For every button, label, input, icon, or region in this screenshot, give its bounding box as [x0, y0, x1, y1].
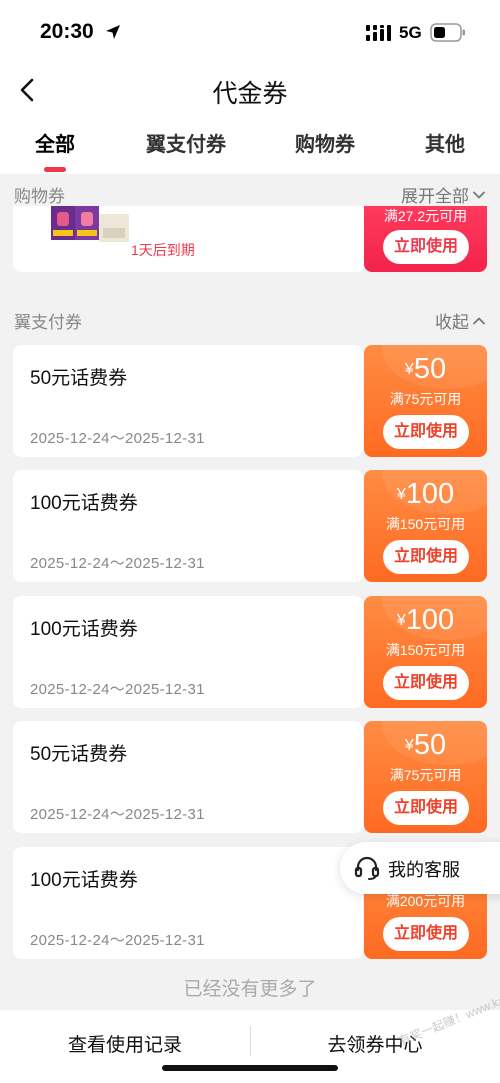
currency-symbol: ¥	[404, 361, 414, 378]
section-title-shopping: 购物券	[14, 187, 65, 206]
coupon-card: 50元话费券 2025-12-24～2025-12-31 ¥50 满75元可用 …	[13, 721, 487, 833]
amount-value: 100	[405, 604, 455, 636]
customer-service-button[interactable]: 我的客服	[340, 842, 500, 894]
tab-yipay[interactable]: 翼支付券	[146, 128, 226, 157]
currency-symbol: ¥	[396, 612, 406, 629]
coupon-condition: 满150元可用	[385, 516, 466, 532]
product-image	[51, 206, 129, 242]
shopping-coupon-value: 满27.2元可用 立即使用	[364, 206, 487, 272]
coupon-validity: 2025-12-24～2025-12-31	[30, 430, 205, 447]
home-indicator[interactable]	[162, 1065, 338, 1071]
coupon-amount: ¥50	[364, 729, 487, 762]
tab-bar: 全部 翼支付券 购物券 其他	[0, 118, 500, 174]
coupon-amount: ¥100	[364, 604, 487, 637]
coupon-name: 100元话费券	[30, 619, 138, 640]
coupon-card: 100元话费券 2025-12-24～2025-12-31 ¥100 满150元…	[13, 470, 487, 582]
coupon-info: 100元话费券 2025-12-24～2025-12-31	[13, 596, 363, 708]
coupon-value-panel: ¥50 满75元可用 立即使用	[364, 721, 487, 833]
use-now-button[interactable]: 立即使用	[383, 415, 469, 449]
coupon-condition: 满200元可用	[385, 893, 466, 909]
expand-all-toggle[interactable]: 展开全部	[401, 182, 487, 207]
currency-symbol: ¥	[396, 486, 406, 503]
coupon-card: 50元话费券 2025-12-24～2025-12-31 ¥50 满75元可用 …	[13, 345, 487, 457]
coupon-validity: 2025-12-24～2025-12-31	[30, 806, 205, 823]
collapse-toggle[interactable]: 收起	[435, 308, 487, 333]
view-usage-history-button[interactable]: 查看使用记录	[0, 1030, 250, 1057]
coupon-info: 50元话费券 2025-12-24～2025-12-31	[13, 721, 363, 833]
tab-all[interactable]: 全部	[35, 128, 75, 157]
tab-other[interactable]: 其他	[425, 128, 465, 157]
coupon-name: 100元话费券	[30, 870, 138, 891]
chevron-down-icon	[473, 191, 485, 198]
coupon-info: 100元话费券 2025-12-24～2025-12-31	[13, 470, 363, 582]
coupon-value-panel: ¥50 满75元可用 立即使用	[364, 345, 487, 457]
coupon-validity: 2025-12-24～2025-12-31	[30, 681, 205, 698]
coupon-value-panel: ¥100 满150元可用 立即使用	[364, 596, 487, 708]
end-of-list-text: 已经没有更多了	[183, 979, 317, 1000]
use-now-button[interactable]: 立即使用	[383, 230, 469, 264]
shopping-coupon-card: 1天后到期 满27.2元可用 立即使用	[13, 206, 487, 272]
battery-icon	[430, 23, 465, 42]
chevron-up-icon	[473, 317, 485, 324]
coupon-validity: 2025-12-24～2025-12-31	[30, 555, 205, 572]
coupon-validity: 2025-12-24～2025-12-31	[30, 932, 205, 949]
section-title-yipay: 翼支付券	[14, 313, 82, 332]
status-time: 20:30	[40, 20, 94, 43]
amount-value: 50	[413, 729, 447, 761]
coupon-condition: 满150元可用	[385, 642, 466, 658]
shopping-coupon-info: 1天后到期	[13, 206, 365, 272]
coupon-name: 50元话费券	[30, 744, 128, 765]
coupon-condition: 满75元可用	[389, 767, 462, 783]
use-now-button[interactable]: 立即使用	[383, 666, 469, 700]
expand-all-label: 展开全部	[401, 187, 469, 206]
amount-value: 50	[413, 353, 447, 385]
amount-value: 100	[405, 478, 455, 510]
network-type: 5G	[399, 23, 422, 42]
active-tab-indicator	[44, 167, 66, 172]
headset-icon	[354, 856, 380, 880]
coupon-amount: ¥50	[364, 353, 487, 386]
coupon-name: 50元话费券	[30, 368, 128, 389]
shopping-coupon-expiry: 1天后到期	[131, 242, 195, 258]
nav-bar: 代金券	[0, 62, 500, 118]
status-bar: 20:30 5G	[0, 0, 500, 62]
coupon-name: 100元话费券	[30, 493, 138, 514]
coupon-info: 100元话费券 2025-12-24～2025-12-31	[13, 847, 363, 959]
coupon-condition: 满75元可用	[389, 391, 462, 407]
section-header-yipay: 翼支付券 收起	[0, 302, 500, 338]
coupon-card: 100元话费券 2025-12-24～2025-12-31 ¥100 满150元…	[13, 596, 487, 708]
use-now-button[interactable]: 立即使用	[383, 540, 469, 574]
use-now-button[interactable]: 立即使用	[383, 791, 469, 825]
location-arrow-icon	[106, 25, 120, 39]
coupon-amount: ¥100	[364, 478, 487, 511]
coupon-value-panel: ¥100 满150元可用 立即使用	[364, 470, 487, 582]
coupon-center-button[interactable]: 去领券中心	[250, 1030, 500, 1057]
use-now-button[interactable]: 立即使用	[383, 917, 469, 951]
coupon-info: 50元话费券 2025-12-24～2025-12-31	[13, 345, 363, 457]
signal-icon	[366, 25, 391, 41]
collapse-label: 收起	[435, 313, 469, 332]
shopping-coupon-condition: 满27.2元可用	[383, 208, 468, 224]
customer-service-label: 我的客服	[388, 860, 460, 880]
tab-shopping[interactable]: 购物券	[295, 128, 355, 157]
page-title: 代金券	[212, 80, 288, 108]
currency-symbol: ¥	[404, 737, 414, 754]
